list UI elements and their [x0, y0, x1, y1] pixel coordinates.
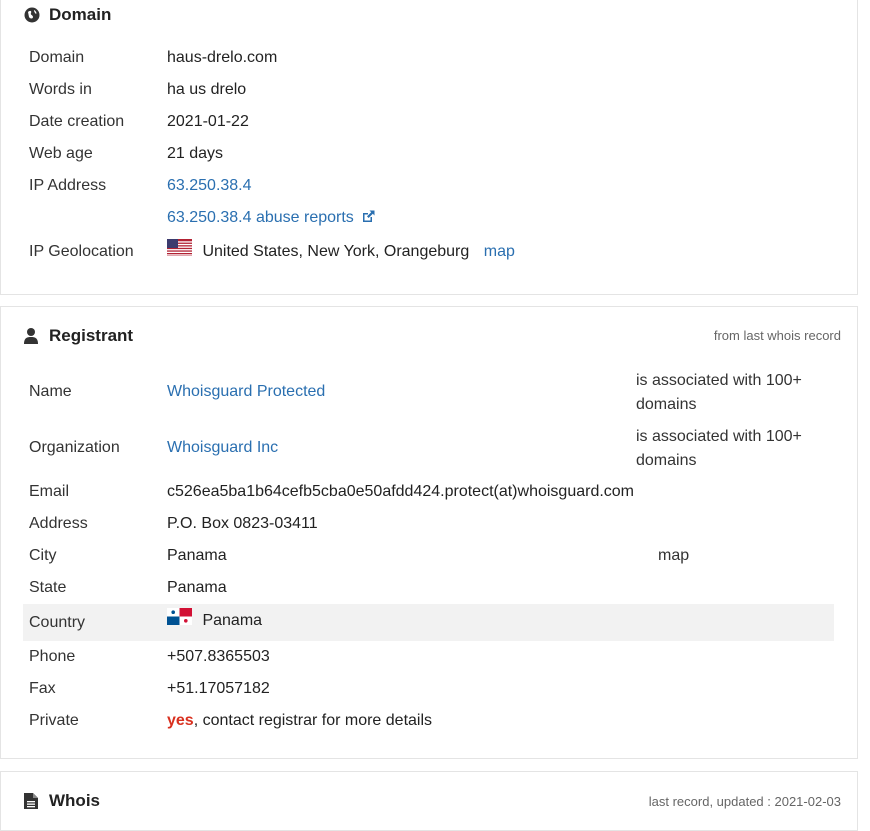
- registrant-row-private: Private yes, contact registrar for more …: [23, 705, 833, 737]
- abuse-reports-text: 63.250.38.4 abuse reports: [167, 209, 354, 226]
- registrant-title-text: Registrant: [49, 326, 134, 345]
- domain-row-domain: Domain haus-drelo.com: [23, 42, 833, 74]
- organization-label: Organization: [29, 439, 120, 456]
- name-association-line2: domains: [636, 396, 697, 413]
- private-detail-text: , contact registrar for more details: [193, 712, 433, 729]
- name-link[interactable]: Whoisguard Protected: [167, 383, 325, 400]
- organization-association-line1: is associated with 100+: [636, 428, 802, 445]
- organization-association: is associated with 100+ domains: [636, 425, 802, 473]
- phone-value: +507.8365503: [167, 648, 270, 665]
- registrant-row-city: City Panama map: [23, 540, 833, 572]
- registrant-row-fax: Fax +51.17057182: [23, 673, 833, 705]
- domain-row-words: Words in ha us drelo: [23, 74, 833, 106]
- domain-row-webage: Web age 21 days: [23, 138, 833, 170]
- geo-map-link[interactable]: map: [484, 243, 515, 260]
- geo-value: United States, New York, Orangeburg: [202, 243, 470, 261]
- domain-panel-title: Domain: [23, 5, 111, 25]
- name-label: Name: [29, 383, 72, 400]
- domain-label: Domain: [29, 49, 85, 66]
- registrant-row-state: State Panama: [23, 572, 833, 604]
- ip-address-link[interactable]: 63.250.38.4: [167, 177, 252, 194]
- document-icon: [23, 792, 41, 810]
- domain-row-geo: IP Geolocation United States, New York, …: [23, 236, 833, 268]
- organization-association-line2: domains: [636, 452, 697, 469]
- whois-panel: Whois last record, updated : 2021-02-03: [0, 771, 858, 831]
- ip-label: IP Address: [29, 177, 107, 194]
- domain-title-text: Domain: [49, 5, 112, 24]
- date-creation-label: Date creation: [29, 113, 125, 130]
- state-value: Panama: [167, 579, 227, 596]
- private-label: Private: [29, 712, 79, 729]
- whois-note: last record, updated : 2021-02-03: [648, 794, 841, 809]
- organization-link[interactable]: Whoisguard Inc: [167, 439, 278, 456]
- domain-row-date: Date creation 2021-01-22: [23, 106, 833, 138]
- words-value: ha us drelo: [167, 81, 247, 98]
- geo-label: IP Geolocation: [29, 243, 134, 260]
- globe-icon: [23, 6, 41, 24]
- city-label: City: [29, 547, 57, 564]
- address-label: Address: [29, 515, 88, 532]
- registrant-panel: Registrant from last whois record Name W…: [0, 306, 858, 759]
- country-value: Panama: [202, 612, 263, 630]
- web-age-value: 21 days: [167, 145, 224, 162]
- private-yes-value: yes: [167, 712, 194, 729]
- registrant-note: from last whois record: [713, 328, 841, 343]
- domain-value: haus-drelo.com: [167, 49, 278, 66]
- domain-row-ip: IP Address 63.250.38.4: [23, 170, 833, 202]
- web-age-label: Web age: [29, 145, 93, 162]
- abuse-reports-link[interactable]: 63.250.38.4 abuse reports: [167, 209, 376, 226]
- user-icon: [23, 327, 41, 345]
- address-value: P.O. Box 0823-03411: [167, 515, 318, 532]
- whois-title-text: Whois: [49, 791, 100, 810]
- name-association-line1: is associated with 100+: [636, 372, 802, 389]
- email-value: c526ea5ba1b64cefb5cba0e50afdd424.protect…: [167, 483, 635, 500]
- registrant-row-phone: Phone +507.8365503: [23, 641, 833, 673]
- country-label: Country: [29, 614, 86, 631]
- fax-value: +51.17057182: [167, 680, 270, 697]
- registrant-row-email: Email c526ea5ba1b64cefb5cba0e50afdd424.p…: [23, 476, 833, 508]
- city-value: Panama: [167, 547, 227, 564]
- registrant-row-address: Address P.O. Box 0823-03411: [23, 508, 833, 540]
- phone-label: Phone: [29, 648, 76, 665]
- name-association: is associated with 100+ domains: [636, 369, 802, 417]
- panama-flag-icon: [167, 604, 192, 638]
- whois-panel-title: Whois: [23, 791, 100, 811]
- registrant-panel-title: Registrant: [23, 326, 133, 346]
- domain-panel: Domain Domain haus-drelo.com Words in ha…: [0, 0, 858, 295]
- email-label: Email: [29, 483, 70, 500]
- city-map-link[interactable]: map: [658, 544, 689, 568]
- domain-row-abuse: 63.250.38.4 abuse reports: [23, 202, 833, 234]
- state-label: State: [29, 579, 67, 596]
- fax-label: Fax: [29, 680, 56, 697]
- words-label: Words in: [29, 81, 92, 98]
- registrant-row-country: Country Panama: [23, 604, 834, 641]
- us-flag-icon: [167, 236, 192, 268]
- external-link-icon: [361, 204, 376, 236]
- date-creation-value: 2021-01-22: [167, 113, 249, 130]
